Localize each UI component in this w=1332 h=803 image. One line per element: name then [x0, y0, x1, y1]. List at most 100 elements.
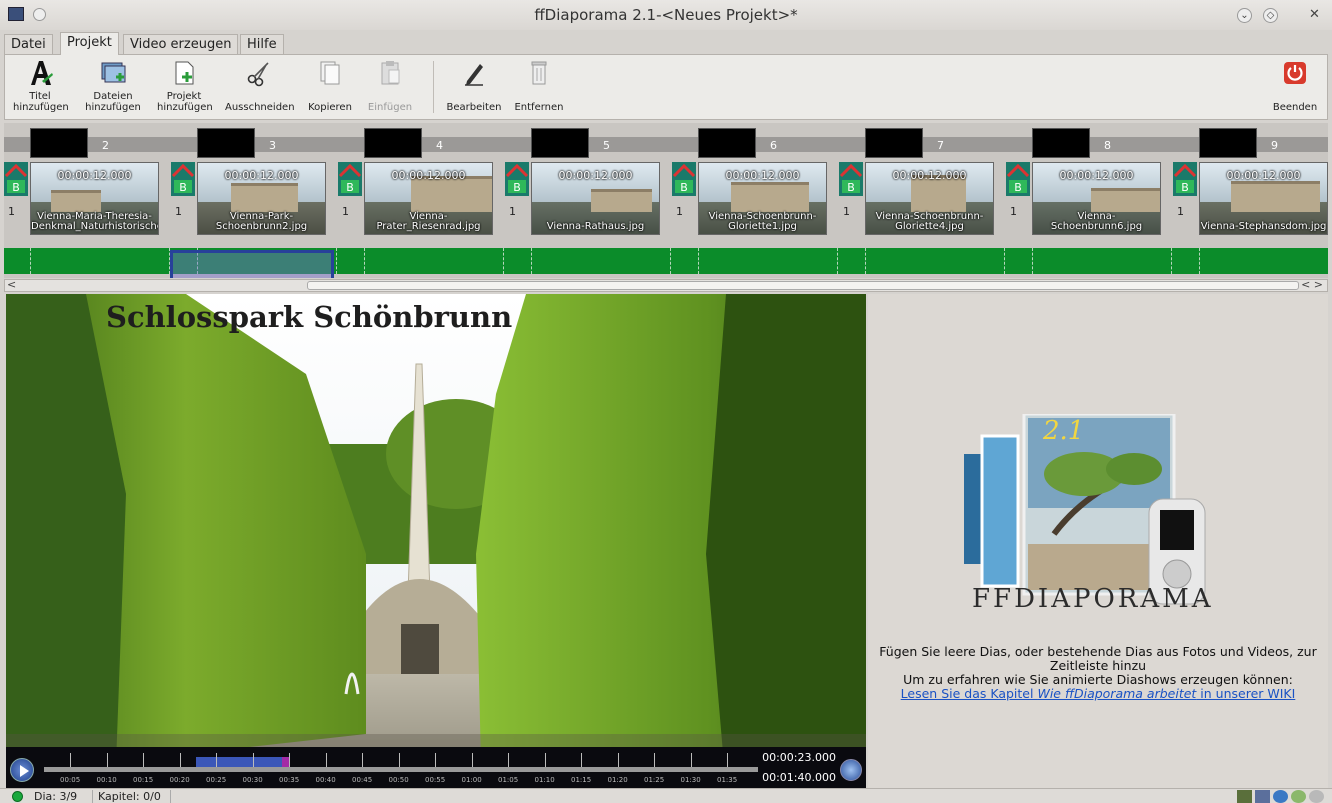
trash-icon	[531, 61, 547, 85]
slide-duration: 00:00:12.000	[892, 169, 967, 182]
timeline[interactable]: 2 B 1 00:00:12.000 Vienna-Maria-Theresia-Den…	[4, 123, 1328, 278]
play-button[interactable]	[10, 758, 34, 782]
zoom-out-icon[interactable]	[1309, 790, 1324, 803]
scroll-right-icon[interactable]: < >	[1301, 278, 1323, 291]
chapter-thumbnail[interactable]	[30, 128, 88, 158]
slide-thumbnail[interactable]: 00:00:12.000 Vienna-Schoenbrunn6.jpg	[1032, 162, 1161, 235]
chapter-thumbnail[interactable]	[364, 128, 422, 158]
tab-hilfe[interactable]: Hilfe	[240, 34, 284, 55]
transition-icon[interactable]: B	[839, 162, 863, 196]
ruler-tick	[727, 753, 728, 767]
transition-icon[interactable]: B	[505, 162, 529, 196]
timeline-slide[interactable]: 8 B 1 00:00:12.000 Vienna-Schoenbrunn6.jpg	[1004, 123, 1171, 278]
ruler-tick	[398, 753, 400, 767]
transition-icon[interactable]: B	[338, 162, 362, 196]
tab-video-erzeugen[interactable]: Video erzeugen	[123, 34, 239, 55]
info-text: Fügen Sie leere Dias, oder bestehende Di…	[868, 645, 1328, 701]
ruler-label: 00:05	[60, 776, 81, 784]
ruler-label: 01:30	[680, 776, 701, 784]
add-files-label-2: hinzufügen	[85, 102, 141, 113]
chapter-thumbnail[interactable]	[698, 128, 756, 158]
ruler-tick	[179, 753, 181, 767]
slide-thumbnail[interactable]: 00:00:12.000 Vienna-Park-Schoenbrunn2.jpg	[197, 162, 326, 235]
quit-button[interactable]: Beenden	[1265, 57, 1325, 113]
timeline-slide[interactable]: 4 B 1 00:00:12.000 Vienna-Prater_Riesenrad.j…	[336, 123, 503, 278]
close-icon[interactable]: ✕	[1307, 8, 1322, 23]
wiki-link-italic: Wie ffDiaporama arbeitet	[1037, 686, 1197, 701]
transition-icon[interactable]: B	[1006, 162, 1030, 196]
seek-bar[interactable]	[44, 767, 758, 772]
ruler-label: 00:25	[206, 776, 227, 784]
track-divider	[30, 248, 31, 274]
paste-button[interactable]: Einfügen	[365, 57, 415, 113]
scrollbar-thumb[interactable]	[307, 281, 1299, 290]
slide-filename: Vienna-Rathaus.jpg	[546, 221, 645, 232]
svg-text:B: B	[513, 181, 521, 194]
add-project-button[interactable]: Projekt hinzufügen	[157, 57, 213, 113]
transition-icon[interactable]: B	[171, 162, 195, 196]
cut-button[interactable]: Ausschneiden	[225, 57, 295, 113]
zoom-in-icon[interactable]	[1291, 790, 1306, 803]
ruler-label: 01:35	[717, 776, 738, 784]
status-bar: Dia: 3/9 Kapitel: 0/0	[0, 788, 1332, 803]
copy-button[interactable]: Kopieren	[307, 57, 353, 113]
slide-thumbnail[interactable]: 00:00:12.000 Vienna-Prater_Riesenrad.jpg	[364, 162, 493, 235]
tab-projekt[interactable]: Projekt	[60, 32, 119, 55]
slide-thumbnail[interactable]: 00:00:12.000 Vienna-Schoenbrunn-Gloriette…	[698, 162, 827, 235]
ruler-label: 00:55	[425, 776, 446, 784]
chapter-thumbnail[interactable]	[865, 128, 923, 158]
cut-label: Ausschneiden	[225, 102, 295, 113]
menu-tabs: Datei Projekt Video erzeugen Hilfe	[0, 30, 1332, 55]
track-divider	[1171, 248, 1172, 274]
thumbnail-building	[731, 182, 809, 212]
title-icon	[31, 61, 53, 85]
track-divider	[837, 248, 838, 274]
current-slide-range	[196, 757, 286, 767]
chapter-thumbnail[interactable]	[1199, 128, 1257, 158]
slide-thumbnail[interactable]: 00:00:12.000 Vienna-Schoenbrunn-Gloriette…	[865, 162, 994, 235]
status-divider	[92, 790, 93, 803]
add-title-label-2: hinzufügen	[13, 102, 69, 113]
slide-thumbnail[interactable]: 00:00:12.000 Vienna-Maria-Theresia-Denkma…	[30, 162, 159, 235]
ruler-label: 01:10	[534, 776, 555, 784]
info-line-3: Um zu erfahren wie Sie animierte Diashow…	[903, 672, 1293, 687]
maximize-icon[interactable]: ◇	[1263, 8, 1278, 23]
transition-icon[interactable]: B	[4, 162, 28, 196]
transition-icon[interactable]: B	[672, 162, 696, 196]
add-title-button[interactable]: Titel hinzufügen	[13, 57, 69, 113]
timeline-slide[interactable]: 7 B 1 00:00:12.000 Vienna-Schoenbrunn-Glorie…	[837, 123, 1004, 278]
slide-thumbnail[interactable]: 00:00:12.000 Vienna-Stephansdom.jpg	[1199, 162, 1328, 235]
timeline-slide[interactable]: 5 B 1 00:00:12.000 Vienna-Rathaus.jpg	[503, 123, 670, 278]
slide-counter: Dia: 3/9	[34, 790, 78, 803]
scroll-left-icon[interactable]: <	[7, 278, 16, 291]
play-small-icon[interactable]	[1273, 790, 1288, 803]
edit-button[interactable]: Bearbeiten	[445, 57, 503, 113]
chapter-number: 2	[102, 139, 109, 152]
wiki-link[interactable]: Lesen Sie das Kapitel Wie ffDiaporama ar…	[868, 687, 1328, 701]
transition-icon[interactable]: B	[1173, 162, 1197, 196]
thumbnail-building	[1091, 188, 1160, 212]
chapter-thumbnail[interactable]	[1032, 128, 1090, 158]
slide-thumbnail[interactable]: 00:00:12.000 Vienna-Rathaus.jpg	[531, 162, 660, 235]
timeline-slide[interactable]: 6 B 1 00:00:12.000 Vienna-Schoenbrunn-Glorie…	[670, 123, 837, 278]
transition-duration: 1	[342, 205, 349, 218]
folder-icon[interactable]	[1237, 790, 1252, 803]
grid-view-icon[interactable]	[1255, 790, 1270, 803]
minimize-icon[interactable]: ⌄	[1237, 8, 1252, 23]
add-files-label-1: Dateien	[93, 91, 133, 102]
info-line-1: Fügen Sie leere Dias, oder bestehende Di…	[879, 644, 1317, 659]
timeline-slide[interactable]: 2 B 1 00:00:12.000 Vienna-Maria-Theresia-Den…	[4, 123, 169, 278]
current-time: 00:00:23.000	[762, 751, 836, 764]
timeline-scrollbar[interactable]: < < >	[4, 278, 1328, 292]
remove-button[interactable]: Entfernen	[513, 57, 565, 113]
snapshot-button[interactable]	[840, 759, 862, 781]
add-files-button[interactable]: Dateien hinzufügen	[85, 57, 141, 113]
total-time: 00:01:40.000	[762, 771, 836, 784]
timeline-slide[interactable]: 9 B 1 00:00:12.000 Vienna-Stephansdom.jpg	[1171, 123, 1328, 278]
slide-duration: 00:00:12.000	[391, 169, 466, 182]
paste-label: Einfügen	[367, 102, 413, 113]
tab-datei[interactable]: Datei	[4, 34, 53, 55]
window-title: ffDiaporama 2.1-<Neues Projekt>*	[534, 6, 798, 24]
chapter-thumbnail[interactable]	[531, 128, 589, 158]
chapter-thumbnail[interactable]	[197, 128, 255, 158]
